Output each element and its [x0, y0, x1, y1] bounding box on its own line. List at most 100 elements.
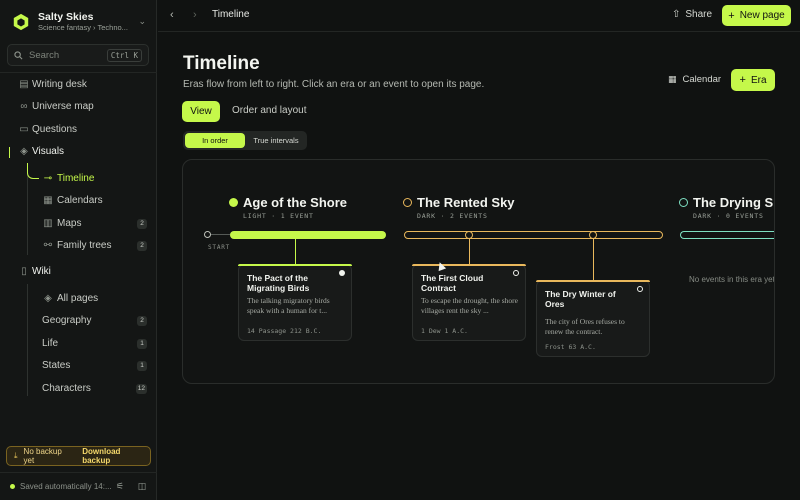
mode-in-order[interactable]: In order: [185, 133, 245, 148]
sidebar-item-label: Visuals: [32, 146, 65, 157]
back-chevron-icon[interactable]: ‹: [170, 9, 174, 21]
sidebar-item-visuals[interactable]: ◈ Visuals: [0, 142, 157, 162]
backup-status: No backup yet: [23, 447, 62, 465]
sidebar-item-universe-map[interactable]: ∞ Universe map: [0, 97, 157, 117]
event-card[interactable]: The Pact of the Migrating Birds The talk…: [238, 264, 352, 341]
search-icon: [14, 50, 23, 59]
sidebar-item-label: Maps: [57, 218, 82, 229]
calendar-label: Calendar: [682, 74, 722, 85]
layers-icon: ◈: [44, 293, 52, 304]
sidebar-item-states[interactable]: States 1: [0, 356, 157, 376]
sidebar-item-label: Questions: [32, 124, 78, 135]
sliders-icon[interactable]: ⚟: [113, 479, 127, 493]
forward-chevron-icon[interactable]: ›: [193, 9, 197, 21]
share-icon: ⇧: [672, 9, 681, 20]
sidebar-item-label: Writing desk: [32, 79, 87, 90]
event-marker-icon: [339, 270, 345, 276]
count-badge: 1: [137, 361, 147, 371]
timeline-mode-toggle: In order True intervals: [183, 131, 307, 150]
event-title: The Dry Winter of Ores: [545, 289, 616, 310]
sidebar: Salty Skies Science fantasy › Techno... …: [0, 0, 157, 500]
timeline-icon: ⊸: [43, 173, 53, 184]
count-badge: 12: [135, 384, 147, 394]
era-dark-dot-icon: [679, 198, 688, 207]
era-title[interactable]: The Drying Sk: [693, 195, 774, 210]
event-stem: [593, 239, 594, 280]
timeline-panel: START Age of the Shore LIGHT · 1 EVENT T…: [182, 159, 775, 384]
event-stem: [469, 239, 470, 264]
calendar-icon: ▦: [668, 74, 677, 84]
sidebar-item-label: Timeline: [57, 173, 95, 184]
tab-order-and-layout[interactable]: Order and layout: [232, 105, 307, 116]
event-description: The city of Ores refuses to renew the co…: [545, 317, 625, 336]
sidebar-item-calendars[interactable]: ▦ Calendars: [0, 191, 157, 211]
sidebar-item-label: Geography: [42, 315, 92, 326]
page-title: Timeline: [183, 53, 260, 74]
event-accent-line: [238, 264, 352, 266]
event-description: The talking migratory birds speak with a…: [247, 296, 330, 315]
event-node[interactable]: [589, 231, 597, 239]
count-badge: 1: [137, 339, 147, 349]
sidebar-item-life[interactable]: Life 1: [0, 334, 157, 354]
sidebar-item-writing-desk[interactable]: ▤ Writing desk: [0, 75, 157, 95]
sidebar-item-label: States: [42, 360, 71, 371]
sidebar-item-label: Family trees: [57, 240, 112, 251]
app-root: Salty Skies Science fantasy › Techno... …: [0, 0, 800, 500]
era-light-dot-icon: [229, 198, 238, 207]
active-section-marker: [9, 147, 10, 158]
workspace-name: Salty Skies: [38, 11, 94, 24]
top-bar: ‹ › Timeline ⇧ Share + New page: [158, 0, 800, 32]
plus-icon: +: [739, 74, 746, 86]
sidebar-item-label: Life: [42, 338, 59, 349]
event-card[interactable]: The Dry Winter of Ores The city of Ores …: [536, 280, 650, 357]
count-badge: 2: [137, 241, 147, 251]
era-title[interactable]: The Rented Sky: [417, 195, 515, 210]
event-title: The First Cloud Contract: [421, 273, 484, 294]
event-card[interactable]: The First Cloud Contract To escape the d…: [412, 264, 526, 341]
sidebar-item-wiki[interactable]: ▯ Wiki: [0, 262, 157, 282]
sidebar-toggle-icon[interactable]: ◫: [135, 479, 149, 493]
search-box[interactable]: Ctrl K: [7, 44, 149, 66]
breadcrumb-title: Timeline: [212, 9, 250, 20]
tab-view[interactable]: View: [182, 101, 220, 122]
era-bar-the-rented-sky[interactable]: [404, 231, 663, 239]
sidebar-item-maps[interactable]: ▥ Maps 2: [0, 214, 157, 234]
era-meta: DARK · 0 EVENTS: [693, 212, 764, 220]
link-icon: ∞: [20, 101, 28, 112]
era-label: Era: [750, 74, 767, 86]
era-meta: LIGHT · 1 EVENT: [243, 212, 314, 220]
event-node[interactable]: [465, 231, 473, 239]
era-meta: DARK · 2 EVENTS: [417, 212, 488, 220]
sidebar-item-timeline[interactable]: ⊸ Timeline: [0, 169, 157, 189]
empty-era-text: No events in this era yet.: [689, 275, 775, 284]
download-icon: ⤓: [14, 451, 18, 460]
new-page-button[interactable]: + New page: [722, 5, 791, 26]
era-bar-the-drying-sky[interactable]: [680, 231, 774, 239]
download-backup-button[interactable]: Download backup: [82, 447, 150, 465]
share-button[interactable]: ⇧ Share: [672, 9, 712, 20]
sidebar-item-all-pages[interactable]: ◈ All pages: [0, 289, 157, 309]
start-marker: [204, 231, 211, 238]
workspace-subtitle: Science fantasy › Techno...: [38, 23, 128, 32]
era-title[interactable]: Age of the Shore: [243, 195, 347, 210]
layers-icon: ◈: [20, 146, 28, 157]
mode-true-intervals[interactable]: True intervals: [247, 133, 305, 148]
sidebar-item-geography[interactable]: Geography 2: [0, 311, 157, 331]
save-status: Saved automatically 14:...: [10, 482, 112, 491]
sidebar-item-label: Calendars: [57, 195, 103, 206]
chat-icon: ▭: [19, 124, 29, 135]
search-input[interactable]: [29, 49, 107, 61]
count-badge: 2: [137, 219, 147, 229]
tree-icon: ⚯: [43, 240, 53, 251]
workspace-switcher[interactable]: Salty Skies Science fantasy › Techno... …: [8, 8, 150, 36]
era-bar-age-of-the-shore[interactable]: [230, 231, 386, 239]
new-page-label: New page: [739, 10, 785, 21]
sidebar-item-family-trees[interactable]: ⚯ Family trees 2: [0, 236, 157, 256]
sidebar-item-characters[interactable]: Characters 12: [0, 379, 157, 399]
add-era-button[interactable]: + Era: [731, 69, 775, 91]
calendar-button[interactable]: ▦ Calendar: [668, 74, 721, 85]
sidebar-divider: [0, 72, 157, 73]
backup-warning[interactable]: ⤓ No backup yet Download backup: [6, 446, 151, 466]
start-connector: [211, 234, 230, 235]
sidebar-item-questions[interactable]: ▭ Questions: [0, 120, 157, 140]
